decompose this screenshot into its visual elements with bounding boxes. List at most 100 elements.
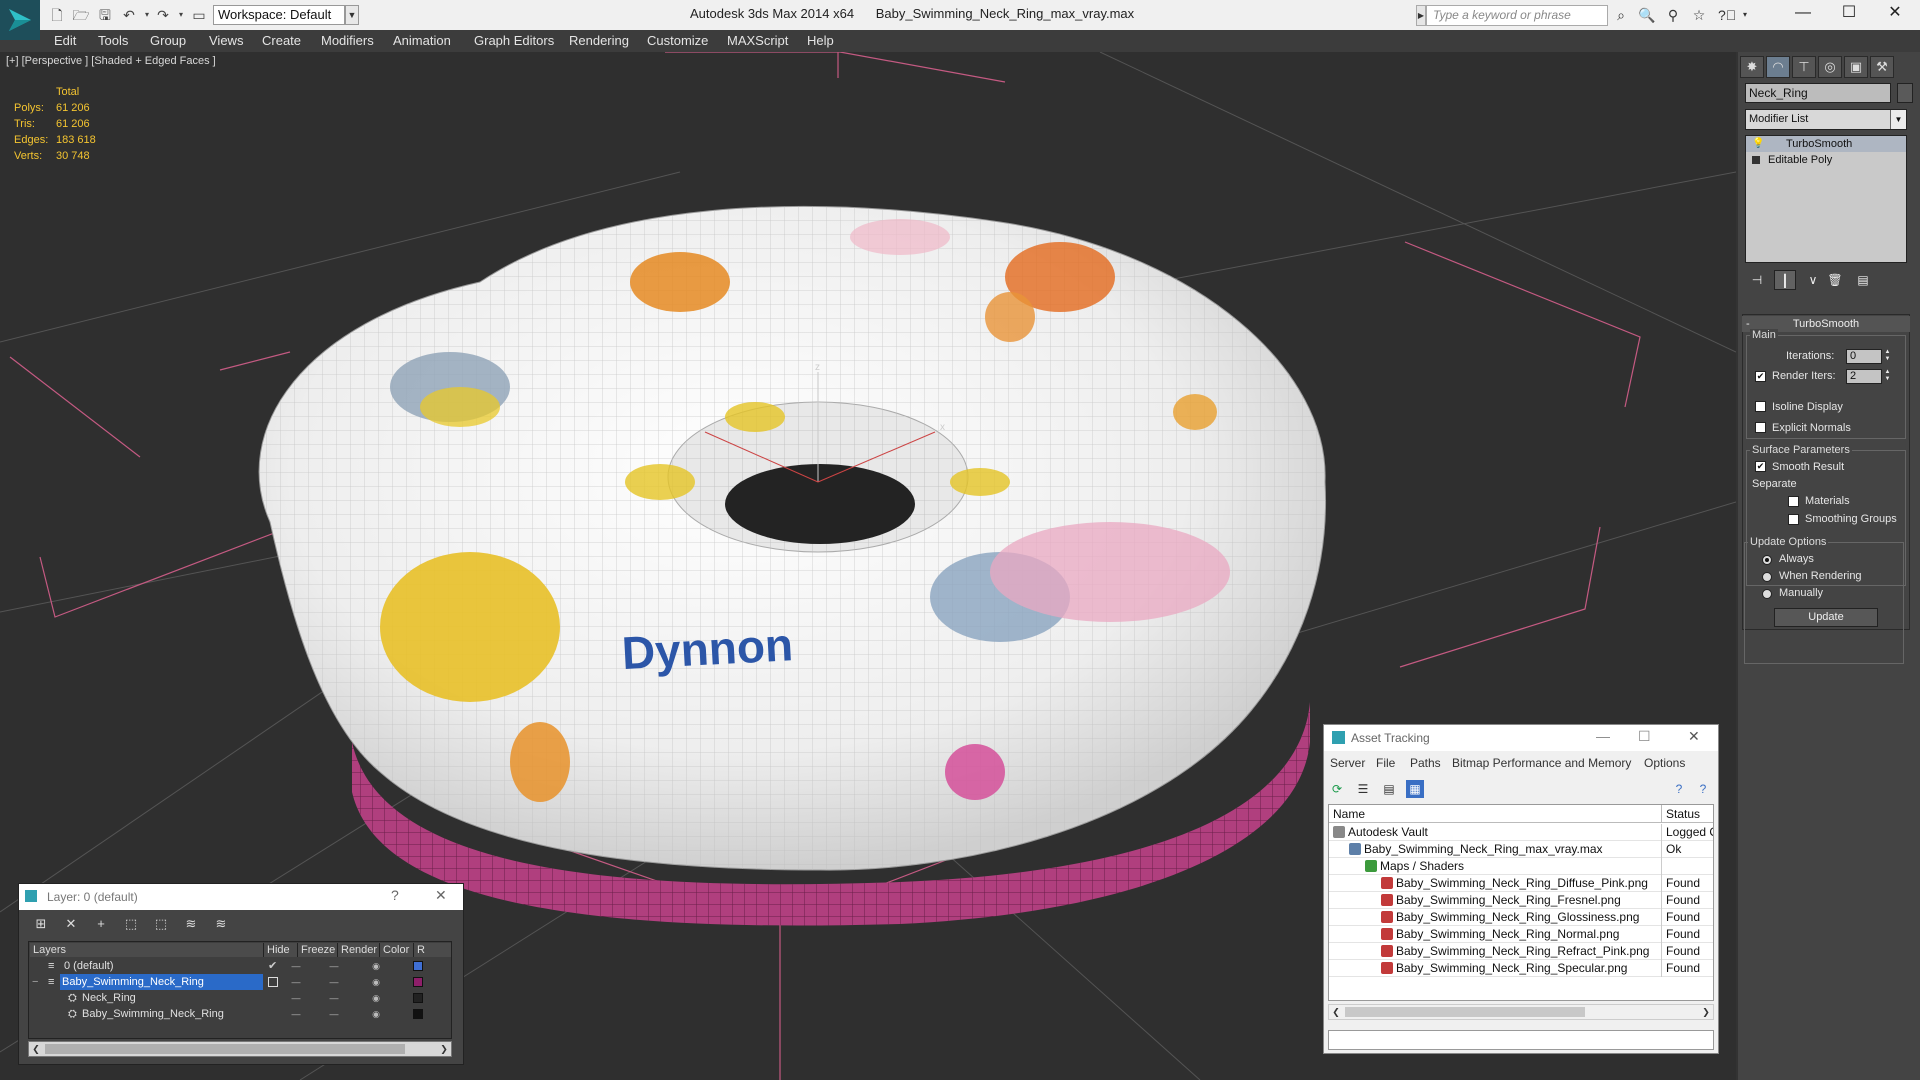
hide-toggle[interactable]: —	[290, 977, 302, 987]
hide-all-icon[interactable]: ≋	[181, 916, 201, 934]
menu-options[interactable]: Options	[1644, 756, 1685, 770]
layer-color-swatch[interactable]	[413, 977, 423, 987]
scroll-right-icon[interactable]: ❯	[437, 1042, 451, 1056]
app-menu-button[interactable]	[0, 0, 40, 40]
asset-row[interactable]: Maps / Shaders	[1329, 858, 1713, 875]
spinner-arrows-icon[interactable]: ▲ ▼	[1883, 349, 1892, 364]
layer-hscrollbar[interactable]: ❮ ❯	[28, 1041, 452, 1057]
collapse-icon[interactable]: −	[32, 974, 38, 990]
menu-rendering[interactable]: Rendering	[569, 33, 629, 48]
update-button[interactable]: Update	[1774, 608, 1878, 627]
modify-tab-icon[interactable]: ◠	[1766, 56, 1790, 78]
asset-hscrollbar[interactable]: ❮ ❯	[1328, 1004, 1714, 1020]
hide-toggle[interactable]: —	[290, 961, 302, 971]
asset-path-field[interactable]	[1328, 1030, 1714, 1050]
explicit-normals-checkbox[interactable]	[1755, 422, 1766, 433]
minimize-button[interactable]: —	[1780, 0, 1826, 30]
display-tab-icon[interactable]: ▣	[1844, 56, 1868, 78]
menu-animation[interactable]: Animation	[393, 33, 451, 48]
column-header-layers[interactable]: Layers	[30, 943, 264, 957]
close-button[interactable]: ✕	[1688, 728, 1700, 745]
isoline-display-checkbox[interactable]	[1755, 401, 1766, 412]
maximize-button[interactable]: ☐	[1826, 0, 1872, 30]
freeze-toggle[interactable]: —	[328, 993, 340, 1003]
smooth-result-checkbox[interactable]: ✔	[1755, 461, 1766, 472]
render-toggle-icon[interactable]: ◉	[370, 961, 382, 971]
menu-file[interactable]: File	[1376, 756, 1395, 770]
scroll-left-icon[interactable]: ❮	[1329, 1005, 1343, 1019]
hierarchy-tab-icon[interactable]: ⊤	[1792, 56, 1816, 78]
layer-row[interactable]: ≡ 0 (default) ✔ — — ◉	[30, 958, 452, 974]
chevron-down-icon[interactable]: ▼	[1890, 110, 1906, 129]
layer-color-swatch[interactable]	[413, 993, 423, 1003]
column-header-status[interactable]: Status	[1662, 805, 1713, 823]
asset-row[interactable]: Baby_Swimming_Neck_Ring_max_vray.max Ok	[1329, 841, 1713, 858]
freeze-toggle[interactable]: —	[328, 961, 340, 971]
help-query-icon[interactable]: ?	[1694, 780, 1712, 798]
hide-toggle[interactable]: —	[290, 993, 302, 1003]
menu-tools[interactable]: Tools	[98, 33, 128, 48]
modifier-list-dropdown[interactable]: Modifier List ▼	[1745, 109, 1907, 130]
asset-row[interactable]: Baby_Swimming_Neck_Ring_Diffuse_Pink.png…	[1329, 875, 1713, 892]
always-radio[interactable]	[1762, 555, 1772, 565]
column-header-freeze[interactable]: Freeze	[298, 943, 338, 957]
close-button[interactable]: ✕	[1872, 0, 1918, 30]
chevron-down-icon[interactable]: ▼	[345, 5, 359, 25]
manually-radio[interactable]	[1762, 589, 1772, 599]
list-view-icon[interactable]: ☰	[1354, 780, 1372, 798]
menu-customize[interactable]: Customize	[647, 33, 708, 48]
menu-views[interactable]: Views	[209, 33, 243, 48]
freeze-toggle[interactable]: —	[328, 1009, 340, 1019]
modifier-stack[interactable]: 💡 TurboSmooth Editable Poly	[1745, 135, 1907, 263]
current-layer-box[interactable]	[268, 977, 278, 987]
save-icon[interactable]: 🖫	[96, 6, 114, 24]
asset-row[interactable]: Baby_Swimming_Neck_Ring_Specular.png Foun…	[1329, 960, 1713, 977]
scroll-thumb[interactable]	[45, 1044, 405, 1054]
show-end-result-icon[interactable]: ┃	[1774, 270, 1796, 290]
project-folder-icon[interactable]: ▭	[190, 6, 208, 24]
render-iters-checkbox[interactable]: ✔	[1755, 371, 1766, 382]
binoculars-icon[interactable]: ⌕	[1612, 7, 1630, 25]
remove-modifier-icon[interactable]: 🗑	[1824, 270, 1846, 290]
layer-row[interactable]: ⛭ Baby_Swimming_Neck_Ring — — ◉	[30, 1006, 452, 1022]
close-button[interactable]: ✕	[435, 887, 447, 904]
menu-help[interactable]: Help	[807, 33, 834, 48]
viewport-label[interactable]: [+] [Perspective ] [Shaded + Edged Faces…	[6, 55, 216, 67]
new-file-icon[interactable]: 🗋	[48, 6, 66, 24]
column-header-color[interactable]: Color	[380, 943, 414, 957]
refresh-icon[interactable]: ⟳	[1328, 780, 1346, 798]
menu-maxscript[interactable]: MAXScript	[727, 33, 788, 48]
open-file-icon[interactable]: 🗁	[72, 6, 90, 24]
menu-graph-editors[interactable]: Graph Editors	[474, 33, 554, 48]
highlight-layer-icon[interactable]: ⬚	[151, 916, 171, 934]
help-dropdown-icon[interactable]: ▾	[1736, 7, 1754, 25]
column-header-name[interactable]: Name	[1329, 805, 1662, 823]
help-button[interactable]: ?	[391, 887, 399, 903]
menu-group[interactable]: Group	[150, 33, 186, 48]
pin-stack-icon[interactable]: ⊣	[1746, 270, 1768, 290]
hide-toggle[interactable]: —	[290, 1009, 302, 1019]
asset-row[interactable]: Baby_Swimming_Neck_Ring_Normal.png Found	[1329, 926, 1713, 943]
render-toggle-icon[interactable]: ◉	[370, 993, 382, 1003]
freeze-all-icon[interactable]: ≋	[211, 916, 231, 934]
add-to-layer-icon[interactable]: +	[91, 916, 111, 934]
configure-modifier-sets-icon[interactable]: ▤	[1852, 270, 1874, 290]
column-header-hide[interactable]: Hide	[264, 943, 298, 957]
asset-row[interactable]: Baby_Swimming_Neck_Ring_Fresnel.png Found	[1329, 892, 1713, 909]
render-toggle-icon[interactable]: ◉	[370, 977, 382, 987]
smoothing-groups-checkbox[interactable]	[1788, 514, 1799, 525]
menu-modifiers[interactable]: Modifiers	[321, 33, 374, 48]
layer-row[interactable]: − ≡ Baby_Swimming_Neck_Ring — — ◉	[30, 974, 452, 990]
scroll-right-icon[interactable]: ❯	[1699, 1005, 1713, 1019]
grid-view-icon[interactable]: ▦	[1406, 780, 1424, 798]
undo-icon[interactable]: ↶	[120, 6, 138, 24]
communication-icon[interactable]: ⚲	[1664, 7, 1682, 25]
minimize-button[interactable]: —	[1596, 728, 1610, 744]
redo-dropdown-icon[interactable]: ▾	[172, 6, 190, 24]
asset-tracking-titlebar[interactable]: Asset Tracking — ☐ ✕	[1324, 725, 1718, 751]
favorites-icon[interactable]: ☆	[1690, 7, 1708, 25]
scroll-thumb[interactable]	[1345, 1007, 1585, 1017]
motion-tab-icon[interactable]: ◎	[1818, 56, 1842, 78]
layer-color-swatch[interactable]	[413, 1009, 423, 1019]
column-header-render[interactable]: Render	[338, 943, 380, 957]
